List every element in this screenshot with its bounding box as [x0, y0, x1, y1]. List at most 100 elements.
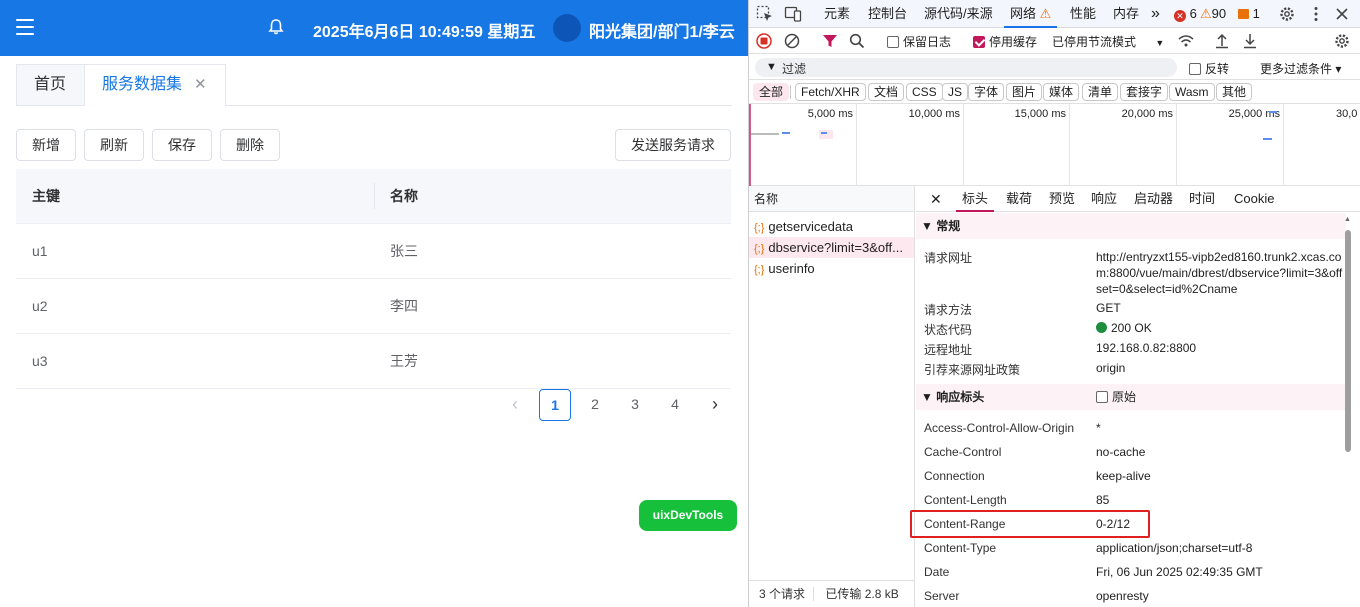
- table-row[interactable]: u2 李四: [16, 279, 731, 334]
- devtools-tab-elements[interactable]: 元素: [824, 0, 850, 28]
- devtools-tab-memory[interactable]: 内存: [1113, 0, 1139, 28]
- table-row[interactable]: u1 张三: [16, 224, 731, 279]
- type-chip-fetch-xhr[interactable]: Fetch/XHR: [795, 83, 866, 101]
- response-headers-section-header[interactable]: ▼ 响应标头 原始: [916, 384, 1346, 410]
- column-header-key[interactable]: 主键: [32, 169, 60, 224]
- scroll-up-arrow-icon[interactable]: ▲: [1344, 216, 1351, 223]
- general-section-header[interactable]: ▼ 常规: [916, 213, 1346, 239]
- data-table: 主键 名称 u1 张三 u2 李四 u3 王芳: [16, 169, 731, 389]
- delete-button[interactable]: 删除: [220, 129, 280, 161]
- export-har-icon[interactable]: [1241, 32, 1259, 50]
- detail-tab-preview[interactable]: 预览: [1049, 186, 1075, 212]
- warning-count[interactable]: ⚠90: [1200, 0, 1226, 28]
- invert-checkbox[interactable]: 反转: [1189, 60, 1229, 77]
- detail-tab-timing[interactable]: 时间: [1189, 186, 1215, 212]
- import-har-icon[interactable]: [1213, 32, 1231, 50]
- network-timeline[interactable]: 5,000 ms 10,000 ms 15,000 ms 20,000 ms 2…: [749, 104, 1360, 186]
- request-row[interactable]: {;} userinfo: [749, 258, 914, 279]
- refresh-button[interactable]: 刷新: [84, 129, 144, 161]
- record-stop-icon[interactable]: [755, 32, 773, 50]
- send-request-button[interactable]: 发送服务请求: [615, 129, 731, 161]
- detail-tab-initiator[interactable]: 启动器: [1134, 186, 1173, 212]
- warning-icon: ⚠: [1200, 6, 1212, 21]
- column-divider[interactable]: [374, 183, 375, 209]
- devtools-tab-sources[interactable]: 源代码/来源: [924, 0, 993, 28]
- page-3-button[interactable]: 3: [619, 389, 651, 421]
- prev-page-button[interactable]: ‹: [499, 389, 531, 421]
- error-count-value: 6: [1189, 6, 1197, 21]
- page-1-button[interactable]: 1: [539, 389, 571, 421]
- filter-input[interactable]: ▼ 过滤: [755, 58, 1177, 77]
- filter-funnel-icon[interactable]: [821, 32, 839, 50]
- hamburger-menu-icon[interactable]: [16, 19, 34, 35]
- raw-checkbox[interactable]: 原始: [1096, 384, 1136, 410]
- settings-gear-icon[interactable]: [1278, 5, 1296, 23]
- request-url: http://entryzxt155-vipb2ed8160.trunk2.xc…: [1096, 250, 1343, 296]
- wifi-conditions-icon[interactable]: [1177, 32, 1195, 50]
- page-2-button[interactable]: 2: [579, 389, 611, 421]
- response-header-value: 85: [1096, 493, 1110, 507]
- request-list-header[interactable]: 名称: [749, 186, 914, 212]
- request-row[interactable]: {;} dbservice?limit=3&off...: [749, 237, 914, 258]
- request-row[interactable]: {;} getservicedata: [749, 216, 914, 237]
- detail-tab-payload[interactable]: 载荷: [1006, 186, 1032, 212]
- raw-check[interactable]: [1096, 391, 1108, 403]
- detail-tab-response[interactable]: 响应: [1091, 186, 1117, 212]
- scroll-thumb[interactable]: [1345, 230, 1351, 452]
- devtools-tab-performance[interactable]: 性能: [1070, 0, 1096, 28]
- disable-cache-check[interactable]: [973, 36, 985, 48]
- more-filters-dropdown[interactable]: 更多过滤条件 ▾: [1260, 60, 1341, 77]
- close-detail-icon[interactable]: ✕: [930, 186, 942, 212]
- save-button[interactable]: 保存: [152, 129, 212, 161]
- tab-close-icon[interactable]: ✕: [194, 76, 207, 93]
- type-chip-other[interactable]: 其他: [1216, 83, 1253, 101]
- disable-cache-checkbox[interactable]: 停用缓存: [973, 33, 1037, 50]
- request-detail: ✕ 标头 载荷 预览 响应 启动器 时间 Cookie ▼ 常规 请求网址 ht…: [916, 186, 1360, 607]
- preserve-log-check[interactable]: [887, 36, 899, 48]
- devtools-tab-console[interactable]: 控制台: [868, 0, 907, 28]
- type-chip-manifest[interactable]: 清单: [1082, 83, 1119, 101]
- status-bar: 3 个请求 已传输 2.8 kB: [749, 580, 915, 607]
- clear-icon[interactable]: [783, 32, 801, 50]
- network-settings-gear-icon[interactable]: [1333, 32, 1351, 50]
- type-chip-ws[interactable]: 套接字: [1120, 83, 1169, 101]
- type-chip-font[interactable]: 字体: [968, 83, 1005, 101]
- preserve-log-checkbox[interactable]: 保留日志: [887, 33, 951, 50]
- tab-home[interactable]: 首页: [16, 64, 85, 105]
- detail-tab-headers[interactable]: 标头: [956, 186, 995, 212]
- devtools-tab-network[interactable]: 网络 ⚠: [1004, 0, 1058, 28]
- more-options-icon[interactable]: [1307, 5, 1325, 23]
- filter-funnel-small-icon: ▼: [766, 61, 777, 73]
- inspect-element-icon[interactable]: [756, 5, 774, 23]
- detail-scrollbar[interactable]: ▲: [1344, 216, 1352, 606]
- type-chip-wasm[interactable]: Wasm: [1169, 83, 1215, 101]
- throttle-select-value: 已停用节流模式: [1052, 35, 1137, 49]
- error-count[interactable]: ✕ 6: [1174, 0, 1197, 28]
- column-header-name[interactable]: 名称: [390, 169, 418, 224]
- detail-tab-cookies[interactable]: Cookie: [1234, 186, 1274, 212]
- user-name[interactable]: 阳光集团/部门1/李云: [589, 18, 735, 42]
- invert-check[interactable]: [1189, 63, 1201, 75]
- request-name: userinfo: [768, 261, 815, 276]
- device-toolbar-icon[interactable]: [784, 5, 802, 23]
- bell-icon[interactable]: [266, 17, 286, 37]
- type-chip-js[interactable]: JS: [942, 83, 969, 101]
- info-count[interactable]: 1: [1238, 0, 1260, 28]
- type-chip-all[interactable]: 全部: [753, 83, 790, 101]
- close-devtools-icon[interactable]: [1333, 5, 1351, 23]
- type-chip-css[interactable]: CSS: [906, 83, 943, 101]
- table-row[interactable]: u3 王芳: [16, 334, 731, 389]
- type-chip-doc[interactable]: 文档: [868, 83, 905, 101]
- add-button[interactable]: 新增: [16, 129, 76, 161]
- uix-devtools-button[interactable]: uixDevTools: [639, 500, 737, 531]
- next-page-button[interactable]: ›: [699, 389, 731, 421]
- more-tabs-button[interactable]: »: [1151, 0, 1160, 28]
- search-icon[interactable]: [848, 32, 866, 50]
- throttle-select[interactable]: 已停用节流模式 ▼: [1052, 33, 1164, 50]
- avatar[interactable]: [553, 14, 581, 42]
- general-key: 引荐来源网址政策: [924, 363, 1021, 377]
- page-4-button[interactable]: 4: [659, 389, 691, 421]
- type-chip-img[interactable]: 图片: [1006, 83, 1043, 101]
- type-chip-media[interactable]: 媒体: [1043, 83, 1080, 101]
- tab-service-dataset[interactable]: 服务数据集 ✕: [84, 64, 226, 106]
